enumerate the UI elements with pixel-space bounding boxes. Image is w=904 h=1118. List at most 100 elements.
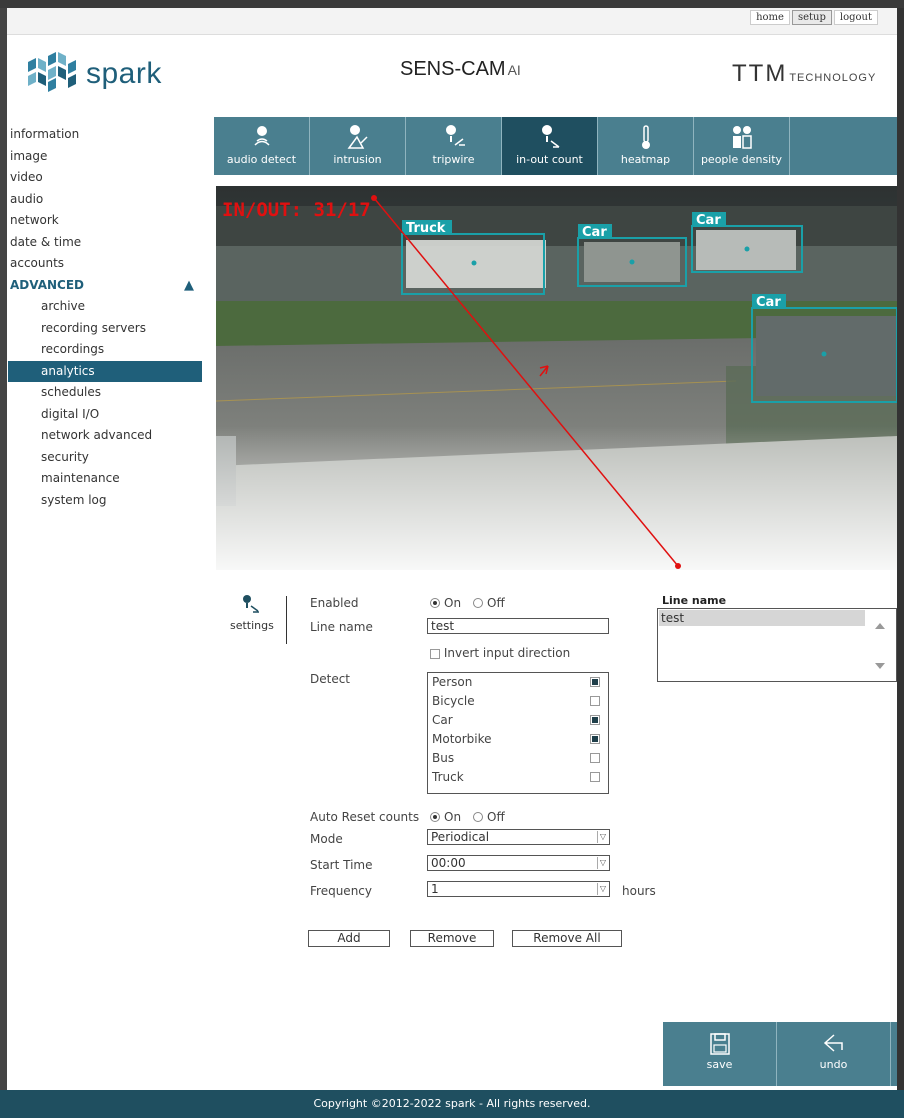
tab-tripwire[interactable]: tripwire: [406, 117, 502, 175]
detect-item-bicycle[interactable]: Bicycle: [428, 692, 608, 711]
chevron-down-icon: ▽: [597, 857, 608, 869]
tab-label: in-out count: [516, 153, 583, 166]
detect-checkbox[interactable]: [590, 677, 600, 687]
sidebar-item-recordings[interactable]: recordings: [8, 339, 202, 361]
invert-direction-checkbox[interactable]: Invert input direction: [430, 646, 570, 660]
line-name-list[interactable]: test: [657, 608, 897, 682]
sidebar-item-date-time[interactable]: date & time: [8, 232, 202, 254]
detect-item-car[interactable]: Car: [428, 711, 608, 730]
detect-item-label: Car: [432, 713, 453, 727]
line-end-handle[interactable]: [675, 563, 681, 569]
logo-text: spark: [86, 57, 162, 90]
collapse-triangle-icon[interactable]: ▲: [184, 275, 194, 297]
people-density-icon: [732, 126, 752, 149]
invert-checkbox-box[interactable]: [430, 648, 440, 659]
right-border: [897, 8, 904, 1090]
mode-select[interactable]: Periodical ▽: [427, 829, 610, 845]
auto-reset-label: Auto Reset counts: [310, 810, 420, 824]
detect-item-motorbike[interactable]: Motorbike: [428, 730, 608, 749]
detect-checkbox[interactable]: [590, 753, 600, 763]
tab-in-out-count[interactable]: in-out count: [502, 117, 598, 175]
detection-label-car: Car: [696, 213, 721, 228]
tab-heatmap[interactable]: heatmap: [598, 117, 694, 175]
line-name-label: Line name: [310, 620, 373, 634]
detect-checkbox[interactable]: [590, 772, 600, 782]
detection-label-truck: Truck: [406, 221, 446, 236]
action-bar: save undo: [663, 1022, 897, 1086]
tripwire-icon: [445, 125, 465, 146]
sidebar-item-network-advanced[interactable]: network advanced: [8, 425, 202, 447]
top-links: home setup logout: [750, 10, 878, 25]
sidebar-item-schedules[interactable]: schedules: [8, 382, 202, 404]
sidebar-item-recording-servers[interactable]: recording servers: [8, 318, 202, 340]
remove-all-lines-button[interactable]: Remove All: [512, 930, 622, 947]
invert-direction-label: Invert input direction: [443, 646, 571, 660]
tab-label: intrusion: [333, 153, 382, 166]
detection-label-car: Car: [756, 295, 781, 310]
enabled-on-radio[interactable]: On: [430, 596, 461, 610]
sidebar-item-network[interactable]: network: [8, 210, 202, 232]
line-list-item[interactable]: test: [659, 610, 865, 626]
sidebar-item-image[interactable]: image: [8, 146, 202, 168]
enabled-on-label: On: [444, 596, 462, 610]
detect-checkbox[interactable]: [590, 715, 600, 725]
setup-link[interactable]: setup: [791, 10, 832, 25]
auto-reset-on-radio[interactable]: On: [430, 810, 461, 824]
line-name-input[interactable]: test: [427, 618, 609, 634]
sidebar-item-analytics[interactable]: analytics: [8, 360, 202, 382]
logout-link[interactable]: logout: [833, 10, 878, 25]
save-button[interactable]: save: [663, 1022, 777, 1086]
sidebar-item-audio[interactable]: audio: [8, 189, 202, 211]
tab-intrusion[interactable]: intrusion: [310, 117, 406, 175]
line-start-handle[interactable]: [371, 195, 377, 201]
undo-label: undo: [819, 1058, 848, 1071]
sidebar-advanced-label: ADVANCED: [10, 277, 85, 292]
sidebar-item-archive[interactable]: archive: [8, 296, 202, 318]
in-out-count-settings-icon: [243, 595, 259, 613]
camera-frame: Truck Car Car Car IN/OUT: 31/17: [216, 186, 897, 570]
settings-section: settings: [230, 594, 274, 632]
detect-checkbox[interactable]: [590, 734, 600, 744]
save-label: save: [706, 1058, 733, 1071]
detection-label-car: Car: [582, 225, 607, 240]
undo-button[interactable]: undo: [777, 1022, 891, 1086]
undo-icon: [823, 1034, 843, 1052]
detect-item-bus[interactable]: Bus: [428, 749, 608, 768]
sidebar-item-system-log[interactable]: system log: [8, 490, 202, 512]
intrusion-icon: [347, 125, 368, 149]
sidebar-item-advanced[interactable]: ADVANCED ▲: [8, 275, 202, 297]
detect-item-person[interactable]: Person: [428, 673, 608, 692]
sidebar-item-video[interactable]: video: [8, 167, 202, 189]
frequency-label: Frequency: [310, 884, 372, 898]
start-time-value: 00:00: [431, 856, 466, 870]
ttm-brand-logo: TTM TECHNOLOGY: [732, 60, 876, 88]
detect-checkbox[interactable]: [590, 696, 600, 706]
tab-label: audio detect: [226, 153, 297, 166]
camera-video-view[interactable]: Truck Car Car Car IN/OUT: 31/17: [216, 186, 897, 570]
line-list-title: Line name: [662, 594, 727, 607]
product-title: SENS-CAM AI: [400, 58, 521, 81]
product-name: SENS-CAM: [400, 58, 506, 80]
settings-label: settings: [230, 619, 274, 632]
start-time-label: Start Time: [310, 858, 373, 872]
sidebar-item-security[interactable]: security: [8, 447, 202, 469]
sidebar-item-accounts[interactable]: accounts: [8, 253, 202, 275]
list-scrollbar[interactable]: [864, 609, 896, 681]
sidebar-item-digital-io[interactable]: digital I/O: [8, 404, 202, 426]
spark-logo-icon: [28, 52, 76, 92]
enabled-off-radio[interactable]: Off: [473, 596, 505, 610]
tab-audio-detect[interactable]: audio detect: [214, 117, 310, 175]
frequency-select[interactable]: 1 ▽: [427, 881, 610, 897]
heatmap-icon: [641, 125, 650, 149]
detect-item-truck[interactable]: Truck: [428, 768, 608, 787]
sidebar-item-maintenance[interactable]: maintenance: [8, 468, 202, 490]
home-link[interactable]: home: [750, 10, 790, 25]
remove-line-button[interactable]: Remove: [410, 930, 494, 947]
sidebar-item-information[interactable]: information: [8, 124, 202, 146]
tab-people-density[interactable]: people density: [694, 117, 790, 175]
auto-reset-off-radio[interactable]: Off: [473, 810, 505, 824]
start-time-select[interactable]: 00:00 ▽: [427, 855, 610, 871]
frequency-value: 1: [431, 882, 439, 896]
add-line-button[interactable]: Add: [308, 930, 390, 947]
radio-on-dot: [430, 598, 440, 608]
